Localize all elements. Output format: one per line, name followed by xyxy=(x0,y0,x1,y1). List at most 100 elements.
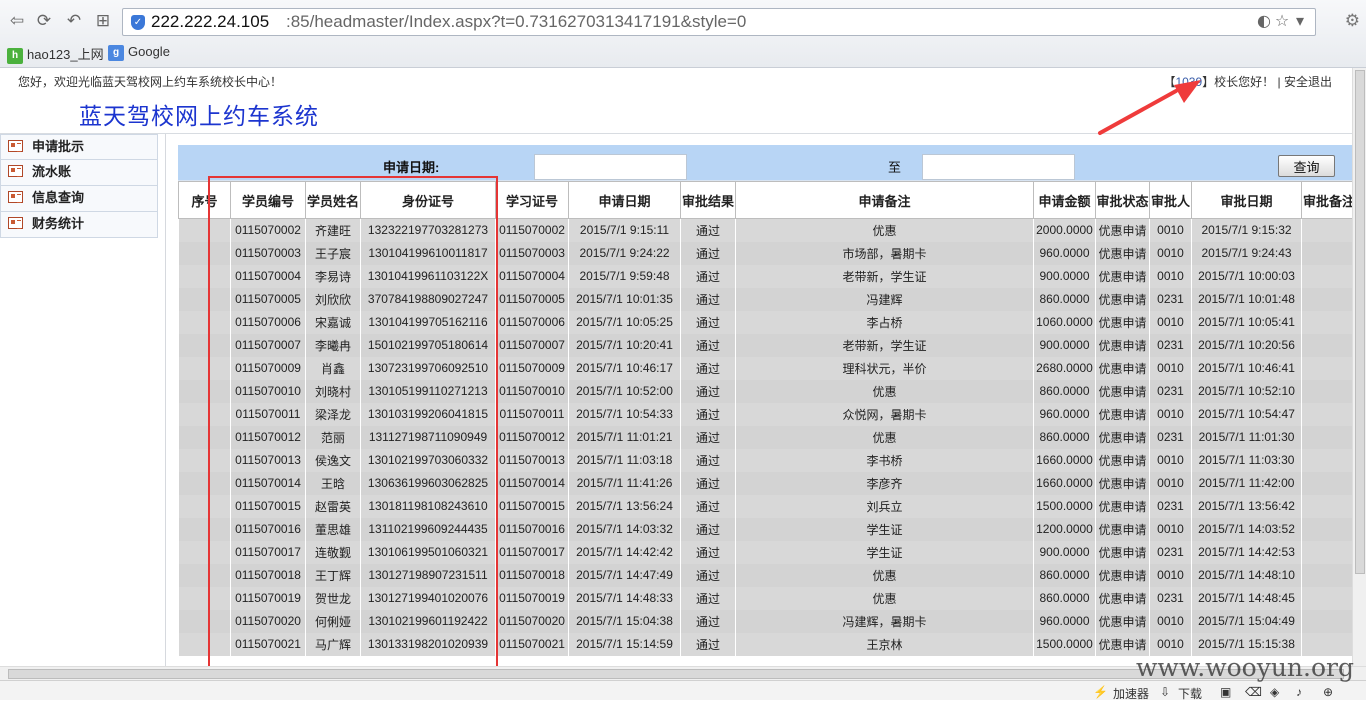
table-cell: 优惠申请 xyxy=(1095,563,1150,587)
tools-icon[interactable]: ⚙ xyxy=(1345,11,1360,31)
table-cell: 0115070005 xyxy=(230,287,306,311)
volume-icon[interactable]: ♪ xyxy=(1296,685,1302,699)
table-row[interactable]: 0115070006 宋嘉诚 130104199705162116 011507000… xyxy=(178,310,1352,334)
table-row[interactable]: 0115070021 马广辉 130133198201020939 011507002… xyxy=(178,632,1352,656)
table-cell xyxy=(1301,264,1352,288)
trash-icon[interactable]: ⌫ xyxy=(1245,685,1262,699)
table-row[interactable]: 0115070014 王晗 130636199603062825 0115070014… xyxy=(178,471,1352,495)
table-cell xyxy=(1301,632,1352,656)
table-cell: 优惠申请 xyxy=(1095,448,1150,472)
table-row[interactable]: 0115070003 王子宸 130104199610011817 011507000… xyxy=(178,241,1352,265)
date-to-input[interactable] xyxy=(922,154,1075,180)
horizontal-scrollbar[interactable] xyxy=(0,666,1366,680)
table-cell: 李彦齐 xyxy=(735,471,1034,495)
star-icon[interactable]: ☆ xyxy=(1273,11,1291,30)
table-cell: 2015/7/1 15:04:49 xyxy=(1191,609,1302,633)
vertical-scroll-thumb[interactable] xyxy=(1355,70,1365,574)
table-cell: 2015/7/1 15:15:38 xyxy=(1191,632,1302,656)
table-cell xyxy=(1301,563,1352,587)
table-row[interactable]: 0115070017 连敬觐 130106199501060321 011507001… xyxy=(178,540,1352,564)
table-cell: 1660.0000 xyxy=(1033,471,1096,495)
table-cell: 0115070007 xyxy=(230,333,306,357)
shield-status-icon[interactable]: ◈ xyxy=(1270,685,1279,699)
bookmark-google[interactable]: g Google xyxy=(108,44,170,62)
reload-icon[interactable]: ⟳ xyxy=(33,10,55,32)
table-cell: 优惠 xyxy=(735,586,1034,610)
system-title: 蓝天驾校网上约车系统 xyxy=(79,104,319,130)
table-cell: 0231 xyxy=(1149,287,1192,311)
devtools-icon[interactable]: ▣ xyxy=(1220,685,1231,699)
table-cell: 2015/7/1 14:42:42 xyxy=(568,540,681,564)
table-row[interactable]: 0115070012 范丽 131127198711090949 0115070012… xyxy=(178,425,1352,449)
table-cell: 2015/7/1 9:24:43 xyxy=(1191,241,1302,265)
table-row[interactable]: 0115070010 刘晓村 130105199110271213 011507001… xyxy=(178,379,1352,403)
vertical-scrollbar[interactable] xyxy=(1352,68,1366,666)
date-from-input[interactable] xyxy=(534,154,687,180)
table-cell: 通过 xyxy=(680,540,736,564)
dropdown-icon[interactable]: ▾ xyxy=(1291,11,1309,30)
table-cell: 通过 xyxy=(680,264,736,288)
table-cell: 0115070019 xyxy=(495,586,569,610)
table-cell: 0010 xyxy=(1149,310,1192,334)
table-cell: 2015/7/1 10:54:47 xyxy=(1191,402,1302,426)
header-divider xyxy=(0,133,1352,134)
table-row[interactable]: 0115070020 何俐娅 130102199601192422 011507002… xyxy=(178,609,1352,633)
table-cell: 0115070021 xyxy=(495,632,569,656)
zoom-icon[interactable]: ⊕ xyxy=(1323,685,1333,699)
grid-icon[interactable]: ⊞ xyxy=(92,10,114,32)
table-cell: 0115070016 xyxy=(495,517,569,541)
table-cell: 通过 xyxy=(680,448,736,472)
bookmark-label: Google xyxy=(128,44,170,59)
table-cell: 刘兵立 xyxy=(735,494,1034,518)
table-cell xyxy=(1301,448,1352,472)
horizontal-scroll-thumb[interactable] xyxy=(8,669,1344,679)
table-row[interactable]: 0115070004 李易诗 13010419961103122X 011507000… xyxy=(178,264,1352,288)
table-cell: 理科状元，半价 xyxy=(735,356,1034,380)
table-cell xyxy=(178,609,231,633)
table-row[interactable]: 0115070002 齐建旺 132322197703281273 011507000… xyxy=(178,218,1352,242)
table-cell: 130104199705162116 xyxy=(360,310,496,334)
column-header: 审批备注 xyxy=(1301,181,1352,219)
table-cell: 2015/7/1 9:15:11 xyxy=(568,218,681,242)
sidebar-item-finance-stats[interactable]: 财务统计 xyxy=(0,212,158,238)
table-row[interactable]: 0115070019 贺世龙 130127199401020076 011507001… xyxy=(178,586,1352,610)
logout-link[interactable]: 安全退出 xyxy=(1284,75,1332,89)
table-cell: 王晗 xyxy=(305,471,361,495)
table-cell: 0010 xyxy=(1149,448,1192,472)
table-cell: 通过 xyxy=(680,563,736,587)
table-cell: 优惠申请 xyxy=(1095,218,1150,242)
table-row[interactable]: 0115070005 刘欣欣 370784198809027247 011507000… xyxy=(178,287,1352,311)
table-row[interactable]: 0115070011 梁泽龙 130103199206041815 011507001… xyxy=(178,402,1352,426)
table-cell: 李易诗 xyxy=(305,264,361,288)
undo-icon[interactable]: ↶ xyxy=(63,10,85,32)
accelerator-label[interactable]: 加速器 xyxy=(1113,685,1149,702)
compatibility-icon[interactable]: ◐ xyxy=(1255,11,1273,30)
query-button[interactable]: 查询 xyxy=(1278,155,1335,177)
sidebar-item-label: 申请批示 xyxy=(32,139,85,154)
table-row[interactable]: 0115070013 侯逸文 130102199703060332 011507001… xyxy=(178,448,1352,472)
table-row[interactable]: 0115070009 肖鑫 130723199706092510 0115070009… xyxy=(178,356,1352,380)
accelerator-icon[interactable]: ⚡ xyxy=(1093,685,1108,699)
sidebar-item-ledger[interactable]: 流水账 xyxy=(0,160,158,186)
bookmark-hao123[interactable]: h hao123_上网 xyxy=(7,44,104,64)
table-cell: 2015/7/1 14:48:33 xyxy=(568,586,681,610)
sidebar-item-info-query[interactable]: 信息查询 xyxy=(0,186,158,212)
download-icon[interactable]: ⇩ xyxy=(1160,685,1170,699)
download-label[interactable]: 下载 xyxy=(1178,685,1202,702)
table-row[interactable]: 0115070015 赵雷英 130181198108243610 011507001… xyxy=(178,494,1352,518)
table-cell: 960.0000 xyxy=(1033,609,1096,633)
table-cell: 优惠申请 xyxy=(1095,425,1150,449)
url-host: 222.222.24.105 xyxy=(151,12,270,31)
column-header: 审批状态 xyxy=(1095,181,1150,219)
address-bar[interactable]: ✓ 222.222.24.105 :85/headmaster/Index.as… xyxy=(122,8,1316,36)
table-cell: 2015/7/1 15:14:59 xyxy=(568,632,681,656)
table-row[interactable]: 0115070016 董思雄 131102199609244435 011507001… xyxy=(178,517,1352,541)
table-row[interactable]: 0115070007 李曦冉 150102199705180614 011507000… xyxy=(178,333,1352,357)
table-cell: 130102199601192422 xyxy=(360,609,496,633)
back-icon[interactable]: ⇦ xyxy=(6,10,28,32)
sidebar-item-application-approval[interactable]: 申请批示 xyxy=(0,134,158,160)
table-cell: 0115070012 xyxy=(495,425,569,449)
table-cell: 王京林 xyxy=(735,632,1034,656)
table-cell: 0115070002 xyxy=(495,218,569,242)
table-row[interactable]: 0115070018 王丁辉 130127198907231511 011507001… xyxy=(178,563,1352,587)
